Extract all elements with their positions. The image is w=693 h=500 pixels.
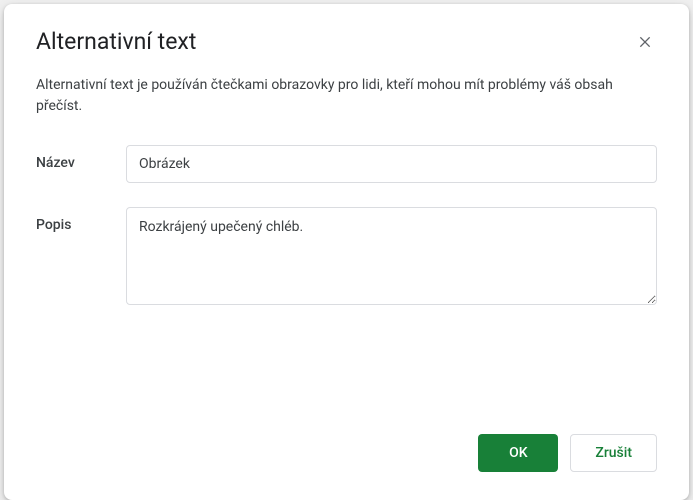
close-button[interactable] bbox=[633, 30, 657, 54]
title-label: Název bbox=[36, 145, 126, 171]
dialog-description: Alternativní text je používán čtečkami o… bbox=[36, 75, 657, 117]
cancel-button[interactable]: Zrušit bbox=[570, 434, 657, 472]
dialog-title: Alternativní text bbox=[36, 28, 196, 55]
description-label: Popis bbox=[36, 207, 126, 233]
description-textarea[interactable]: Rozkrájený upečený chléb. bbox=[126, 207, 657, 305]
title-input[interactable] bbox=[126, 145, 657, 183]
ok-button[interactable]: OK bbox=[478, 434, 558, 472]
close-icon bbox=[637, 34, 653, 50]
dialog-header: Alternativní text bbox=[36, 28, 657, 55]
dialog-footer: OK Zrušit bbox=[36, 414, 657, 472]
description-row: Popis Rozkrájený upečený chléb. bbox=[36, 207, 657, 305]
title-row: Název bbox=[36, 145, 657, 183]
alt-text-dialog: Alternativní text Alternativní text je p… bbox=[4, 4, 689, 500]
